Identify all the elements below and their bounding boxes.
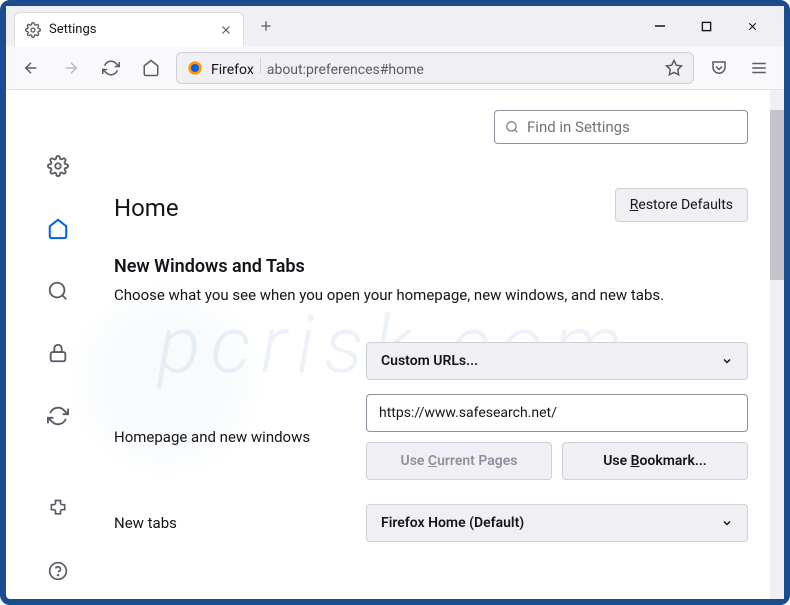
reload-button[interactable] bbox=[96, 53, 126, 83]
firefox-icon bbox=[187, 60, 203, 76]
newtabs-select[interactable]: Firefox Home (Default) bbox=[366, 504, 748, 542]
pocket-button[interactable] bbox=[704, 53, 734, 83]
sidebar-extensions[interactable] bbox=[40, 492, 76, 524]
minimize-button[interactable] bbox=[646, 12, 674, 40]
home-button[interactable] bbox=[136, 53, 166, 83]
section-description: Choose what you see when you open your h… bbox=[114, 285, 748, 306]
forward-button[interactable] bbox=[56, 53, 86, 83]
sidebar-search[interactable] bbox=[40, 275, 76, 307]
back-button[interactable] bbox=[16, 53, 46, 83]
browser-tab[interactable]: Settings bbox=[14, 12, 244, 46]
tab-bar: Settings bbox=[6, 6, 784, 46]
homepage-select[interactable]: Custom URLs... bbox=[366, 342, 748, 380]
sidebar-help[interactable] bbox=[40, 555, 76, 587]
sidebar-privacy[interactable] bbox=[40, 337, 76, 369]
sidebar bbox=[6, 90, 110, 599]
section-title: New Windows and Tabs bbox=[114, 256, 748, 277]
scrollbar-thumb[interactable] bbox=[770, 110, 784, 280]
settings-search[interactable]: Find in Settings bbox=[494, 110, 748, 144]
menu-button[interactable] bbox=[744, 53, 774, 83]
sidebar-home[interactable] bbox=[40, 212, 76, 244]
gear-icon bbox=[25, 22, 41, 38]
tab-title: Settings bbox=[49, 22, 211, 37]
chevron-down-icon bbox=[721, 355, 733, 367]
main-content: Find in Settings Home Restore Defaults N… bbox=[110, 90, 784, 599]
address-prefix: Firefox bbox=[211, 62, 254, 78]
restore-defaults-button[interactable]: Restore Defaults bbox=[615, 188, 748, 222]
homepage-url-input[interactable]: https://www.safesearch.net/ bbox=[366, 394, 748, 432]
close-window-button[interactable] bbox=[738, 12, 766, 40]
newtabs-label: New tabs bbox=[114, 514, 350, 532]
chevron-down-icon bbox=[721, 517, 733, 529]
new-tab-button[interactable] bbox=[252, 12, 280, 40]
bookmark-star-icon[interactable] bbox=[665, 59, 683, 77]
close-icon[interactable] bbox=[219, 23, 233, 37]
use-bookmark-button[interactable]: Use Bookmark... bbox=[562, 442, 748, 480]
address-url: about:preferences#home bbox=[267, 62, 424, 78]
sidebar-general[interactable] bbox=[40, 150, 76, 182]
use-current-pages-button[interactable]: Use Current Pages bbox=[366, 442, 552, 480]
scrollbar[interactable] bbox=[770, 90, 784, 599]
search-icon bbox=[505, 120, 519, 134]
address-bar[interactable]: Firefox about:preferences#home bbox=[176, 52, 694, 84]
sidebar-sync[interactable] bbox=[40, 400, 76, 432]
homepage-label: Homepage and new windows bbox=[114, 428, 350, 446]
toolbar: Firefox about:preferences#home bbox=[6, 46, 784, 90]
maximize-button[interactable] bbox=[692, 12, 720, 40]
search-placeholder: Find in Settings bbox=[527, 118, 630, 136]
